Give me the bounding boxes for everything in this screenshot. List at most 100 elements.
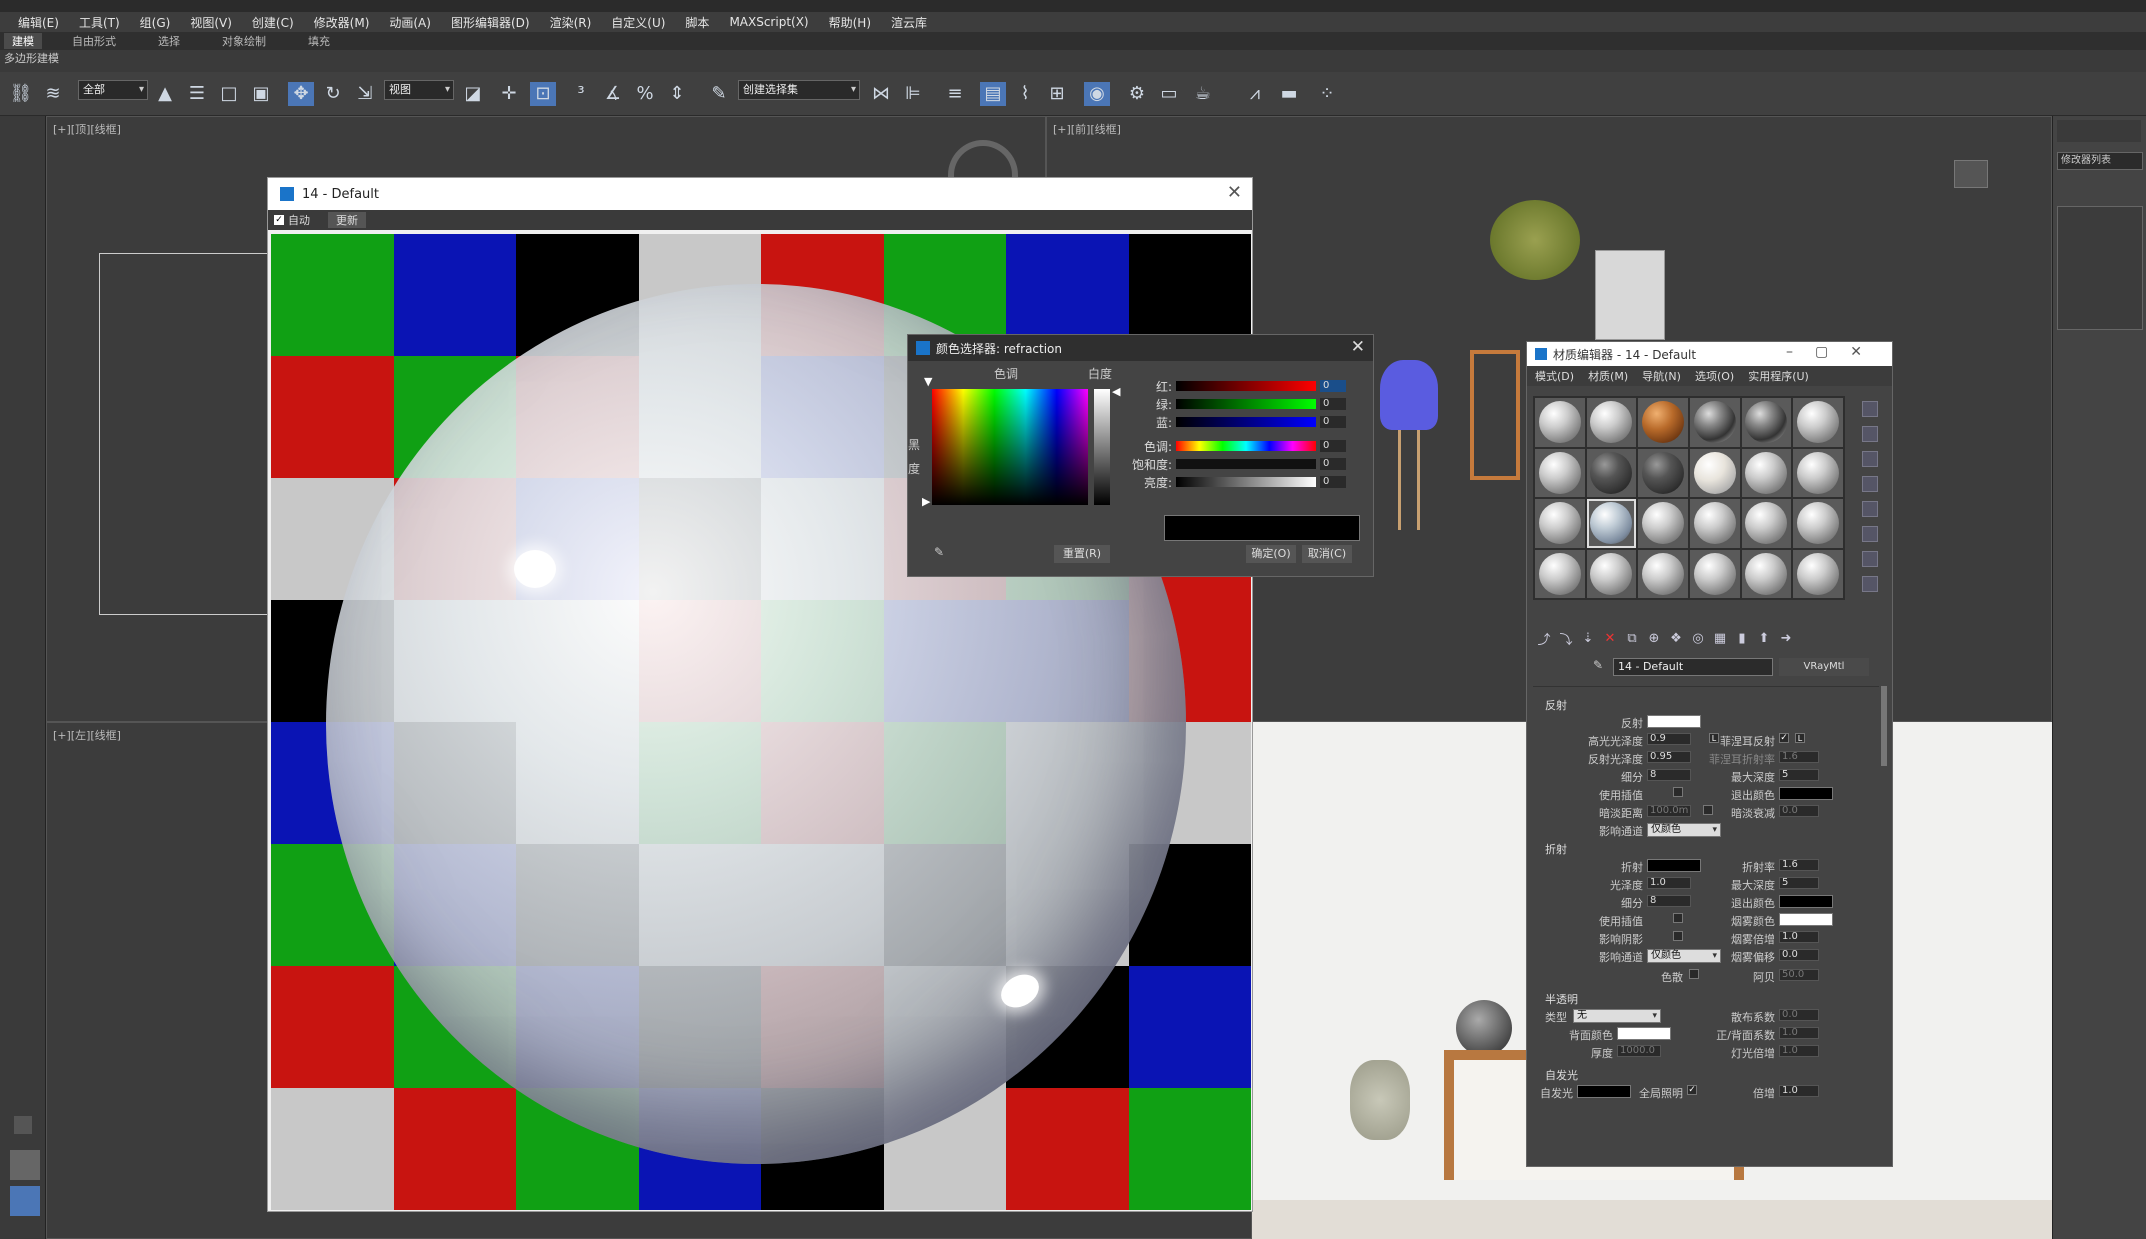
- select-by-name-icon[interactable]: ☰: [184, 82, 210, 106]
- back-color-swatch[interactable]: [1617, 1027, 1671, 1040]
- layer-explorer-icon[interactable]: ≡: [942, 82, 968, 106]
- show-end-result-icon[interactable]: ▮: [1731, 631, 1753, 646]
- refr-exit-color-swatch[interactable]: [1779, 895, 1833, 908]
- ribbon-tab-object-paint[interactable]: 对象绘制: [222, 33, 266, 49]
- sample-slot[interactable]: [1690, 448, 1740, 497]
- mat-menu-modes[interactable]: 模式(D): [1535, 368, 1574, 384]
- fog-bias-input[interactable]: 0.0: [1779, 949, 1819, 961]
- sample-slot-selected[interactable]: [1586, 499, 1637, 548]
- percent-snap-icon[interactable]: %: [632, 82, 658, 106]
- fog-mult-input[interactable]: 1.0: [1779, 931, 1819, 943]
- refl-gloss-input[interactable]: 0.95: [1647, 751, 1691, 763]
- refr-use-interp-checkbox[interactable]: [1673, 913, 1683, 923]
- uv-tiling-icon[interactable]: [1862, 476, 1878, 492]
- affect-shadows-checkbox[interactable]: [1673, 931, 1683, 941]
- menu-create[interactable]: 创建(C): [252, 14, 294, 31]
- hilight-gloss-input[interactable]: 0.9: [1647, 733, 1691, 745]
- render-setup-icon[interactable]: ⚙: [1124, 82, 1150, 106]
- fresnel-lock-button[interactable]: L: [1795, 733, 1805, 743]
- sample-slot[interactable]: [1690, 549, 1740, 598]
- mat-menu-navigation[interactable]: 导航(N): [1642, 368, 1681, 384]
- refl-use-interp-checkbox[interactable]: [1673, 787, 1683, 797]
- hue-slider[interactable]: [1176, 441, 1316, 451]
- menu-modifiers[interactable]: 修改器(M): [314, 14, 370, 31]
- saturation-slider[interactable]: [1176, 459, 1316, 469]
- go-sibling-icon[interactable]: ➜: [1775, 631, 1797, 646]
- cancel-button[interactable]: 取消(C): [1302, 545, 1352, 563]
- green-slider[interactable]: [1176, 399, 1316, 409]
- eyedropper-icon[interactable]: ✎: [934, 545, 948, 559]
- render-production-icon[interactable]: ☕: [1190, 82, 1216, 106]
- reflect-color-swatch[interactable]: [1647, 715, 1701, 728]
- sample-slot[interactable]: [1638, 499, 1688, 548]
- mat-menu-utilities[interactable]: 实用程序(U): [1748, 368, 1809, 384]
- color-picker-titlebar[interactable]: 颜色选择器: refraction: [908, 335, 1373, 361]
- ribbon-tab-populate[interactable]: 填充: [308, 33, 330, 49]
- refl-exit-color-swatch[interactable]: [1779, 787, 1833, 800]
- keyboard-shortcut-icon[interactable]: ⊡: [530, 82, 556, 106]
- light-mult-input[interactable]: 1.0: [1779, 1045, 1819, 1057]
- refr-gloss-input[interactable]: 1.0: [1647, 877, 1691, 889]
- sample-slot[interactable]: [1535, 398, 1585, 447]
- sample-slot[interactable]: [1535, 448, 1585, 497]
- go-parent-icon[interactable]: ⬆: [1753, 631, 1775, 646]
- fwd-bck-input[interactable]: 1.0: [1779, 1027, 1819, 1039]
- scale-icon[interactable]: ⇲: [352, 82, 378, 106]
- menu-graph-editors[interactable]: 图形编辑器(D): [451, 14, 530, 31]
- backlight-icon[interactable]: [1862, 426, 1878, 442]
- select-by-material-icon[interactable]: [1862, 576, 1878, 592]
- value-slider[interactable]: [1176, 477, 1316, 487]
- green-input[interactable]: 0: [1320, 398, 1346, 410]
- menu-animation[interactable]: 动画(A): [389, 14, 431, 31]
- ribbon-tab-freeform[interactable]: 自由形式: [72, 33, 116, 49]
- refl-max-depth-input[interactable]: 5: [1779, 769, 1819, 781]
- rotate-icon[interactable]: ↻: [320, 82, 346, 106]
- make-unique-icon[interactable]: ⊕: [1643, 631, 1665, 646]
- put-to-scene-icon[interactable]: ⤵: [1555, 629, 1577, 648]
- select-manipulate-icon[interactable]: ✛: [496, 82, 522, 106]
- mat-menu-material[interactable]: 材质(M): [1588, 368, 1628, 384]
- sample-type-icon[interactable]: [1862, 401, 1878, 417]
- sample-slot[interactable]: [1638, 448, 1688, 497]
- thickness-input[interactable]: 1000.0: [1617, 1045, 1661, 1057]
- menu-help[interactable]: 帮助(H): [829, 14, 871, 31]
- menu-maxscript[interactable]: MAXScript(X): [729, 15, 808, 29]
- mirror-icon[interactable]: ⋈: [868, 82, 894, 106]
- mat-menu-options[interactable]: 选项(O): [1695, 368, 1734, 384]
- rect-selection-icon[interactable]: □: [216, 82, 242, 106]
- material-type-button[interactable]: VRayMtl: [1779, 658, 1869, 676]
- link-icon[interactable]: ⛓: [8, 82, 34, 106]
- command-panel-tabs[interactable]: [2057, 120, 2141, 142]
- translucency-type-dropdown[interactable]: 无: [1573, 1009, 1661, 1023]
- material-name-field[interactable]: 14 - Default: [1613, 658, 1773, 676]
- update-button[interactable]: 更新: [328, 212, 366, 228]
- video-check-icon[interactable]: [1862, 501, 1878, 517]
- options-icon[interactable]: [1862, 551, 1878, 567]
- ribbon-tab-selection[interactable]: 选择: [158, 33, 180, 49]
- align-icon[interactable]: ⊫: [900, 82, 926, 106]
- select-object-icon[interactable]: ▲: [152, 82, 178, 106]
- refract-color-swatch[interactable]: [1647, 859, 1701, 872]
- hue-pointer-icon[interactable]: ▼: [924, 375, 932, 388]
- sample-slot[interactable]: [1586, 398, 1637, 447]
- sample-slot[interactable]: [1741, 499, 1792, 548]
- whiteness-slider[interactable]: [1094, 389, 1110, 505]
- viewport-layout-icon[interactable]: [10, 1150, 40, 1180]
- pivot-icon[interactable]: ◪: [460, 82, 486, 106]
- snap-toggle-icon[interactable]: ³: [568, 82, 594, 106]
- menu-edit[interactable]: 编辑(E): [18, 14, 59, 31]
- sample-slot[interactable]: [1793, 448, 1843, 497]
- put-to-library-icon[interactable]: ❖: [1665, 631, 1687, 646]
- schematic-view-icon[interactable]: ⊞: [1044, 82, 1070, 106]
- whiteness-pointer-icon[interactable]: ◀: [1112, 385, 1120, 398]
- sample-slot[interactable]: [1638, 549, 1688, 598]
- sample-slot[interactable]: [1586, 549, 1637, 598]
- sample-slot[interactable]: [1586, 448, 1637, 497]
- red-input[interactable]: 0: [1320, 380, 1346, 392]
- play-icon[interactable]: [14, 1116, 32, 1134]
- angle-snap-icon[interactable]: ∡: [600, 82, 626, 106]
- abbe-input[interactable]: 50.0: [1779, 969, 1819, 981]
- close-icon[interactable]: ✕: [1227, 182, 1242, 203]
- sample-slot[interactable]: [1690, 398, 1740, 447]
- ior-input[interactable]: 1.6: [1779, 859, 1819, 871]
